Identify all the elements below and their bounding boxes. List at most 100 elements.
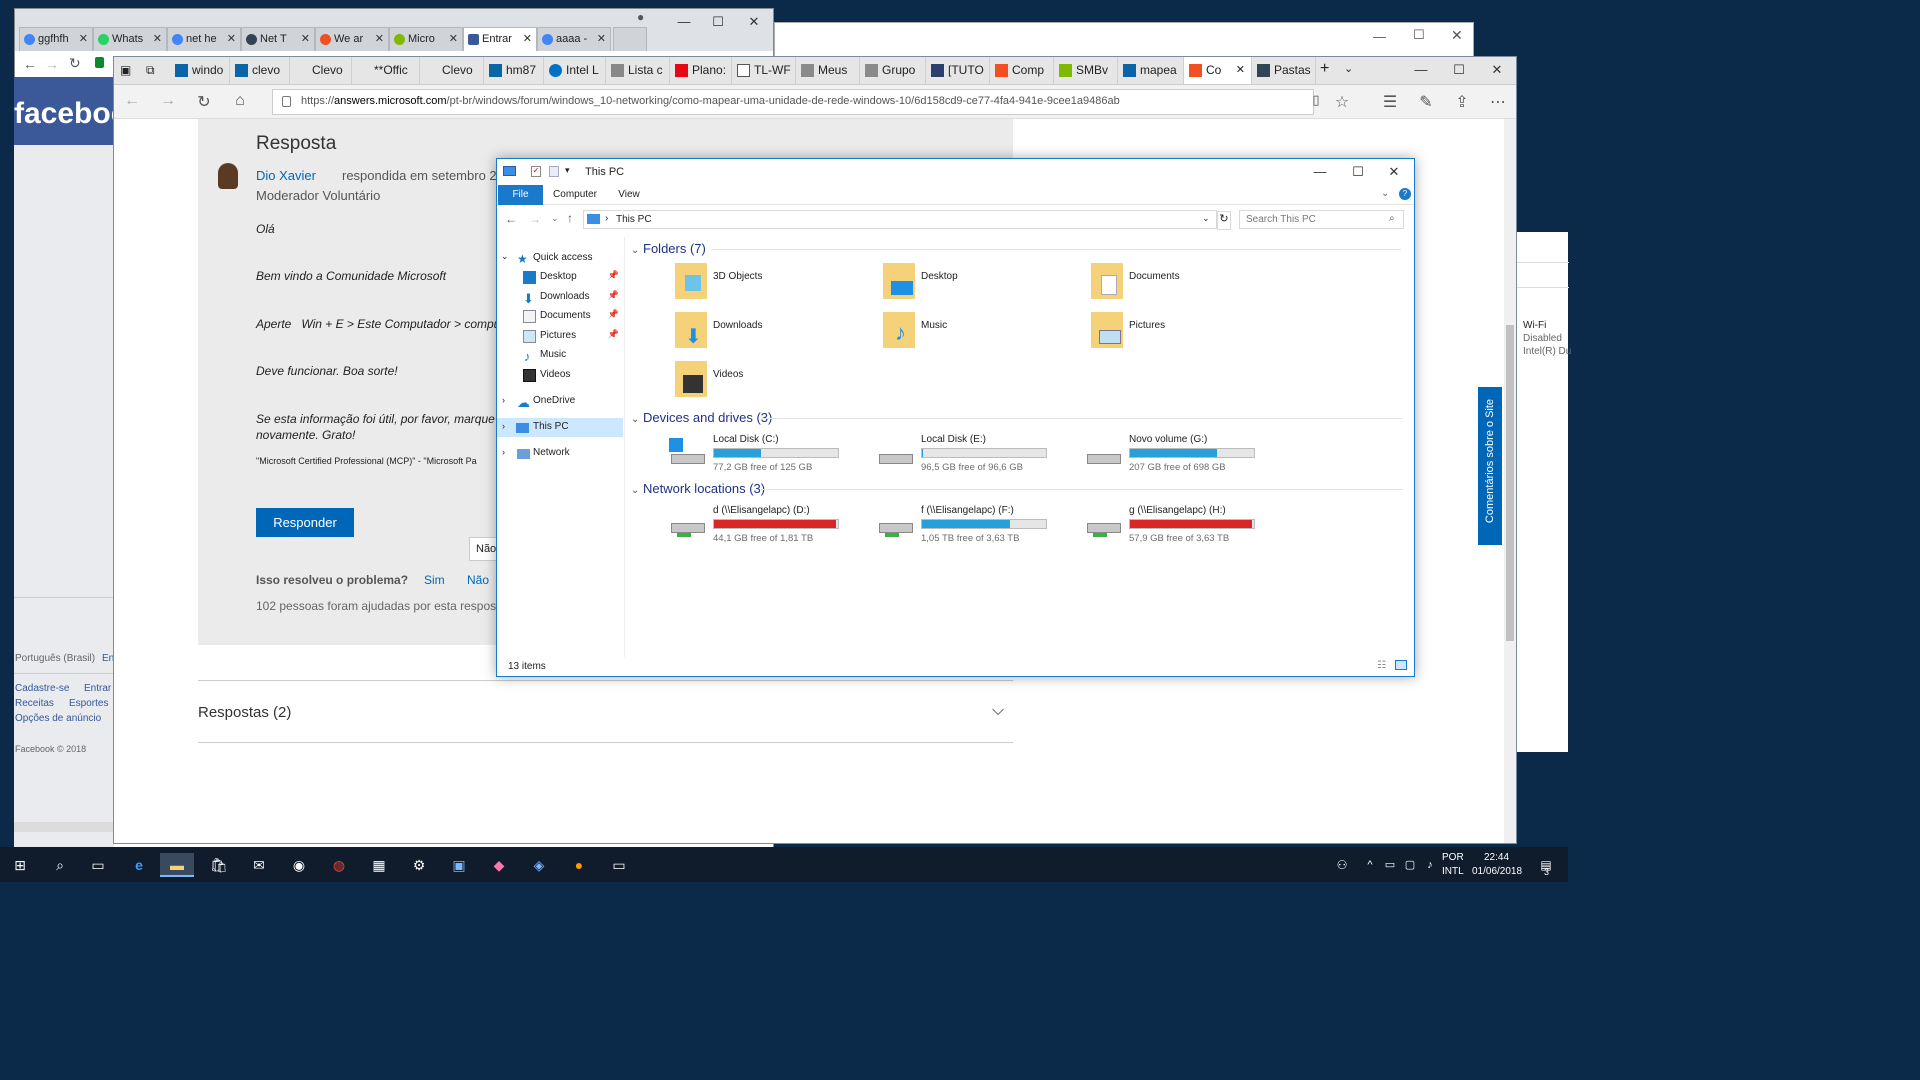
details-view-icon[interactable]: ☷ xyxy=(1377,660,1386,671)
horizontal-scrollbar[interactable] xyxy=(14,822,114,832)
maximize-icon[interactable]: ☐ xyxy=(1341,159,1375,185)
nav-this-pc[interactable]: › This PC xyxy=(497,418,623,437)
network-drive-d[interactable]: d (\\Elisangelapc) (D:) 44,1 GB free of … xyxy=(669,505,869,549)
folder-3d-objects[interactable]: 3D Objects xyxy=(675,263,875,307)
tab-preview-icon[interactable]: ▣ xyxy=(120,63,131,77)
input-language[interactable]: POR xyxy=(1442,852,1464,863)
nav-network[interactable]: › Network xyxy=(497,444,623,463)
edge-tab[interactable]: mapea xyxy=(1118,57,1184,84)
nav-music[interactable]: ♪ Music xyxy=(497,346,623,365)
profile-icon[interactable]: ● xyxy=(637,10,644,24)
address-bar[interactable]: https://answers.microsoft.com/pt-br/wind… xyxy=(272,89,1314,115)
tab-computer[interactable]: Computer xyxy=(547,185,603,205)
task-view-icon[interactable]: ▭ xyxy=(86,853,110,877)
tab-view[interactable]: View xyxy=(609,185,649,205)
folder-desktop[interactable]: Desktop xyxy=(883,263,1083,307)
nav-documents[interactable]: Documents 📌 xyxy=(497,307,623,326)
language-current[interactable]: Português (Brasil) xyxy=(15,653,95,664)
edge-tab[interactable]: hm87 xyxy=(484,57,544,84)
command-prompt-icon[interactable]: ▭ xyxy=(607,853,631,877)
wifi-label[interactable]: Wi-Fi xyxy=(1523,320,1546,331)
folders-header[interactable]: ⌄ Folders (7) xyxy=(631,241,1407,256)
back-icon[interactable]: ← xyxy=(23,56,37,72)
nav-downloads[interactable]: ⬇ Downloads 📌 xyxy=(497,288,623,307)
refresh-icon[interactable]: ↻ xyxy=(1217,211,1231,230)
steam-icon[interactable]: ◉ xyxy=(287,853,311,877)
edge-tab[interactable]: Meus xyxy=(796,57,860,84)
edge-tab[interactable]: Clevo xyxy=(420,57,484,84)
reading-view-icon[interactable]: ▯ xyxy=(1306,92,1326,108)
minimize-icon[interactable]: — xyxy=(1404,57,1438,83)
maximize-icon[interactable]: ☐ xyxy=(1442,57,1476,83)
edge-tab[interactable]: Grupo xyxy=(860,57,926,84)
clock-time[interactable]: 22:44 xyxy=(1484,852,1509,863)
nav-onedrive[interactable]: › ☁ OneDrive xyxy=(497,392,623,411)
reply-button[interactable]: Responder xyxy=(256,508,354,537)
nav-quick-access[interactable]: ⌄ ★ Quick access xyxy=(497,249,623,268)
new-tab-icon[interactable]: + xyxy=(1320,60,1329,78)
up-icon[interactable]: ↑ xyxy=(567,211,573,225)
maximize-icon[interactable]: ☐ xyxy=(1413,27,1425,43)
chrome-tab-active[interactable]: Entrar ✕ xyxy=(463,27,537,51)
expand-ribbon-icon[interactable]: ⌄ xyxy=(1381,188,1389,199)
app-icon[interactable]: ◆ xyxy=(487,853,511,877)
edge-tab[interactable]: [TUTO xyxy=(926,57,990,84)
chrome-icon[interactable]: ◍ xyxy=(327,853,351,877)
chevron-down-icon[interactable]: ⌄ xyxy=(1344,62,1353,75)
edge-tab[interactable]: windo xyxy=(170,57,230,84)
chrome-tab[interactable]: net he ✕ xyxy=(167,27,241,51)
close-icon[interactable]: ✕ xyxy=(737,9,771,35)
chevron-down-icon[interactable]: ⌵ xyxy=(992,702,1004,720)
pen-icon[interactable]: ✎ xyxy=(1416,92,1436,112)
edge-tab[interactable]: **Offic xyxy=(352,57,420,84)
no-button[interactable]: Não xyxy=(469,537,499,561)
recipes-link[interactable]: Receitas xyxy=(15,698,54,709)
close-icon[interactable]: ✕ xyxy=(1451,27,1463,44)
close-icon[interactable]: ✕ xyxy=(1480,57,1514,83)
close-icon[interactable]: ✕ xyxy=(1377,159,1411,185)
drive-g[interactable]: Novo volume (G:) 207 GB free of 698 GB xyxy=(1085,434,1285,478)
volume-icon[interactable]: ♪ xyxy=(1418,853,1442,877)
edge-tab[interactable]: Lista c xyxy=(606,57,670,84)
ad-options-link[interactable]: Opções de anúncio xyxy=(15,713,101,724)
new-tab-button[interactable] xyxy=(613,27,647,51)
calculator-icon[interactable]: ▦ xyxy=(367,853,391,877)
store-icon[interactable]: 🛍 xyxy=(207,853,231,877)
vertical-scrollbar[interactable] xyxy=(1504,119,1516,843)
maximize-icon[interactable]: ☐ xyxy=(701,9,735,35)
search-input[interactable]: Search This PC xyxy=(1239,210,1404,229)
folder-music[interactable]: ♪ Music xyxy=(883,312,1083,356)
favorite-star-icon[interactable]: ☆ xyxy=(1332,92,1352,112)
quick-access-toolbar-icon[interactable]: ▾ xyxy=(565,165,570,176)
favorites-hub-icon[interactable]: ☰ xyxy=(1380,92,1400,112)
search-icon[interactable]: ⌕ xyxy=(48,853,72,877)
network-connections-icon[interactable]: ▣ xyxy=(447,853,471,877)
yes-link[interactable]: Sim xyxy=(424,573,445,587)
share-icon[interactable]: ⇪ xyxy=(1452,92,1472,112)
people-icon[interactable]: ⚇ xyxy=(1330,853,1354,877)
large-icons-view-icon[interactable] xyxy=(1395,660,1407,670)
properties-icon[interactable]: ✓ xyxy=(531,166,541,177)
drive-e[interactable]: Local Disk (E:) 96,5 GB free of 96,6 GB xyxy=(877,434,1077,478)
forward-icon[interactable]: → xyxy=(45,56,59,72)
network-locations-header[interactable]: ⌄ Network locations (3) xyxy=(631,481,1407,496)
bitcoin-icon[interactable]: ● xyxy=(567,853,591,877)
answers-title[interactable]: Respostas (2) xyxy=(198,704,291,721)
network-drive-h[interactable]: g (\\Elisangelapc) (H:) 57,9 GB free of … xyxy=(1085,505,1285,549)
edge-tab[interactable]: Comp xyxy=(990,57,1054,84)
settings-icon[interactable]: ⚙ xyxy=(407,853,431,877)
edge-tab[interactable]: Intel L xyxy=(544,57,606,84)
chrome-tab[interactable]: Micro ✕ xyxy=(389,27,463,51)
help-icon[interactable]: ? xyxy=(1399,188,1411,200)
box-app-icon[interactable]: ◈ xyxy=(527,853,551,877)
folder-documents[interactable]: Documents xyxy=(1091,263,1291,307)
new-folder-icon[interactable] xyxy=(549,166,559,177)
clock-date[interactable]: 01/06/2018 xyxy=(1472,866,1522,877)
edge-tab-active[interactable]: Co ✕ xyxy=(1184,57,1252,84)
folder-pictures[interactable]: Pictures xyxy=(1091,312,1291,356)
folder-downloads[interactable]: ⬇ Downloads xyxy=(675,312,875,356)
edge-tab[interactable]: Pastas xyxy=(1252,57,1316,84)
devices-header[interactable]: ⌄ Devices and drives (3) xyxy=(631,410,1407,425)
start-icon[interactable]: ⊞ xyxy=(8,853,32,877)
back-icon[interactable]: ← xyxy=(122,92,142,110)
